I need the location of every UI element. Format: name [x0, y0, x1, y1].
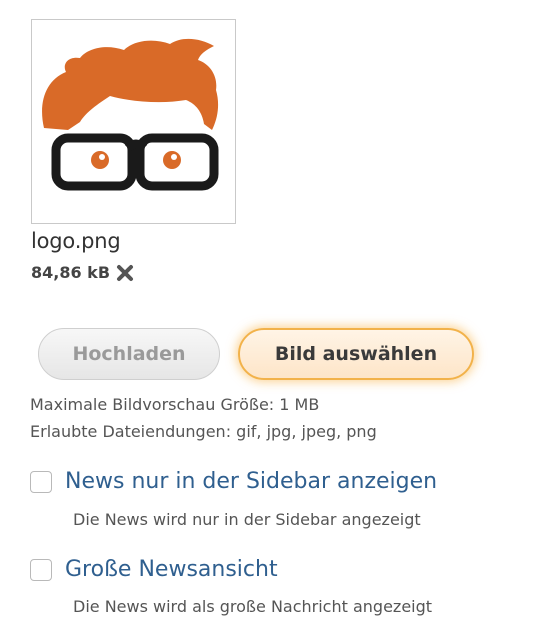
file-size-row: 84,86 kB	[31, 263, 134, 282]
max-size-info: Maximale Bildvorschau Größe: 1 MB	[30, 395, 320, 414]
logo-image	[42, 38, 219, 191]
image-preview	[31, 19, 236, 224]
sidebar-only-checkbox[interactable]	[30, 470, 52, 493]
file-size: 84,86 kB	[31, 263, 111, 282]
large-view-description: Die News wird als große Nachricht angeze…	[73, 597, 433, 616]
upload-button[interactable]: Hochladen	[38, 328, 220, 380]
option-sidebar-only[interactable]: News nur in der Sidebar anzeigen	[30, 469, 437, 494]
large-view-checkbox[interactable]	[30, 558, 52, 581]
sidebar-only-label[interactable]: News nur in der Sidebar anzeigen	[65, 469, 437, 494]
large-view-label[interactable]: Große Newsansicht	[65, 557, 278, 582]
file-name: logo.png	[31, 229, 121, 253]
sidebar-only-description: Die News wird nur in der Sidebar angezei…	[73, 510, 421, 529]
allowed-extensions-info: Erlaubte Dateiendungen: gif, jpg, jpeg, …	[30, 422, 377, 441]
close-icon[interactable]	[116, 264, 134, 282]
option-large-view[interactable]: Große Newsansicht	[30, 557, 278, 582]
choose-image-button[interactable]: Bild auswählen	[238, 328, 474, 380]
